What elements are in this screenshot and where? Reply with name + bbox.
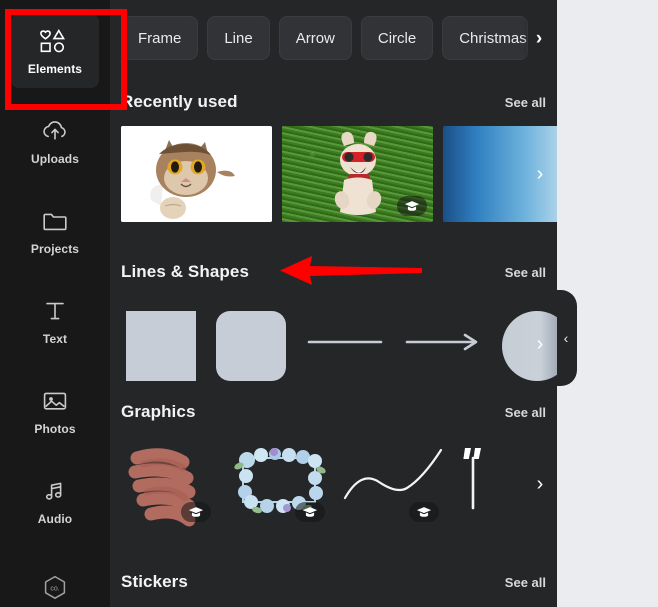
upload-cloud-icon [40,116,70,146]
chevron-right-icon: › [536,473,544,495]
wavy-line-graphic[interactable] [341,436,445,528]
chip-label: Line [224,29,253,47]
text-t-icon [42,296,68,326]
photo-icon [41,386,69,416]
chevron-right-icon: › [535,27,543,49]
square-shape[interactable] [121,296,201,386]
sidebar-item-uploads[interactable]: Uploads [11,104,99,178]
elements-panel: Frame Line Arrow Circle Christmas › Rece… [110,0,557,607]
graduation-cap-badge [181,502,211,522]
brush-strokes-graphic[interactable] [121,436,217,528]
chip-christmas[interactable]: Christmas [442,16,529,60]
thumbnail-carousel[interactable]: › [110,126,557,222]
chip-frame[interactable]: Frame [121,16,199,60]
category-chip-row[interactable]: Frame Line Arrow Circle Christmas [110,0,557,76]
section-stickers: Stickers See all [110,572,557,596]
chip-arrow[interactable]: Arrow [278,16,352,60]
carousel-next-button[interactable]: › [523,126,557,222]
sidebar-item-elements[interactable]: Elements [11,14,99,88]
section-graphics: Graphics See all › [110,402,557,532]
line-shape[interactable] [301,296,389,386]
sidebar-item-photos[interactable]: Photos [11,374,99,448]
carousel-next-button[interactable]: › [523,436,557,532]
section-header: Graphics See all [110,402,557,426]
graphics-carousel[interactable]: › [110,436,557,532]
sidebar-item-label: Audio [37,512,73,526]
sidebar-item-label: Elements [27,62,83,76]
chip-circle[interactable]: Circle [360,16,434,60]
section-title: Graphics [121,402,196,421]
dog-photo-thumbnail[interactable] [282,126,433,222]
sidebar-item-projects[interactable]: Projects [11,194,99,268]
shapes-icon [38,26,72,56]
section-header: Lines & Shapes See all [110,262,557,286]
carousel-next-button[interactable]: › [523,296,557,392]
chip-label: Christmas [459,29,527,47]
arrow-shape[interactable] [399,296,487,386]
sidebar-item-label: Text [42,332,68,346]
sidebar-item-label: Photos [34,422,76,436]
music-note-icon [41,476,69,506]
chevron-left-icon: ‹ [563,330,569,346]
graduation-cap-badge [409,502,439,522]
shape-carousel[interactable]: › [110,296,557,392]
section-recently-used: Recently used See all › [110,92,557,222]
section-title: Stickers [121,572,188,591]
chip-label: Circle [377,29,417,47]
app-root: Elements Uploads Projects Text Photos Au… [0,0,658,607]
section-lines-and-shapes: Lines & Shapes See all › [110,262,557,392]
floral-frame-graphic[interactable] [227,436,331,528]
chevron-right-icon: › [536,333,544,355]
see-all-link[interactable]: See all [505,575,546,590]
chip-line[interactable]: Line [207,16,270,60]
chip-label: Frame [138,29,182,47]
cat-photo-thumbnail[interactable] [121,126,272,222]
chips-scroll-right-button[interactable]: › [521,0,557,76]
panel-collapse-handle[interactable]: ‹ [557,290,577,386]
sidebar-item-text[interactable]: Text [11,284,99,358]
section-title: Recently used [121,92,238,111]
chip-label: Arrow [295,29,335,47]
see-all-link[interactable]: See all [505,95,546,110]
see-all-link[interactable]: See all [505,265,546,280]
svg-text:co.: co. [50,585,59,592]
brand-hexagon-co-icon: co. [40,573,70,603]
sidebar-item-brand[interactable]: co. [11,554,99,607]
see-all-link[interactable]: See all [505,405,546,420]
section-header: Stickers See all [110,572,557,596]
sidebar-item-label: Projects [30,242,80,256]
graduation-cap-badge [295,502,325,522]
chevron-right-icon: › [536,163,544,185]
sidebar-item-label: Uploads [30,152,80,166]
section-header: Recently used See all [110,92,557,116]
rounded-square-shape[interactable] [211,296,291,386]
left-sidebar: Elements Uploads Projects Text Photos Au… [0,0,110,607]
folder-icon [41,206,69,236]
sidebar-item-audio[interactable]: Audio [11,464,99,538]
section-title: Lines & Shapes [121,262,249,281]
graduation-cap-badge [397,196,427,216]
